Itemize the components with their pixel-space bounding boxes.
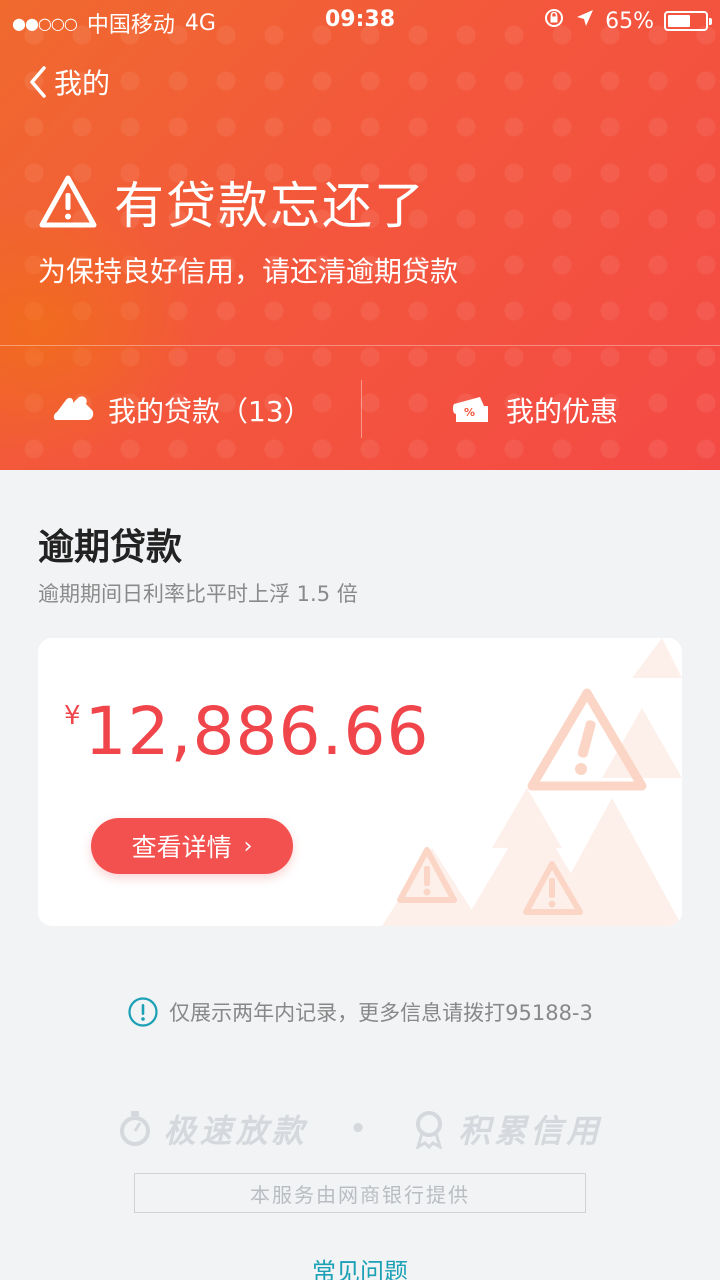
alert-subtitle: 为保持良好信用，请还清逾期贷款 [38,255,459,288]
record-notice: 仅展示两年内记录，更多信息请拨打95188-3 [0,996,720,1028]
battery-icon [664,11,712,31]
rotation-lock-icon [543,7,565,35]
my-loans-label: 我的贷款（13） [108,395,312,428]
my-offers-label: 我的优惠 [506,395,619,428]
svg-text:%: % [464,406,475,419]
provider-notice: 本服务由网商银行提供 [134,1173,586,1213]
service-slogan: 极速放款 • 积累信用 [0,1106,720,1152]
view-details-button[interactable]: 查看详情 › [91,818,293,874]
faq-link[interactable]: 常见问题 [0,1252,720,1280]
alert-heading: 有贷款忘还了 [38,166,426,238]
slogan-separator: • [349,1114,371,1144]
coupon-icon: % [452,397,488,422]
record-notice-text: 仅展示两年内记录，更多信息请拨打95188-3 [169,1001,593,1025]
chevron-right-icon: › [243,833,253,859]
overdue-section-title: 逾期贷款 [38,527,183,568]
overdue-rate-note: 逾期期间日利率比平时上浮 1.5 倍 [38,582,358,606]
amount-value: 12,886.66 [84,693,430,770]
alert-title: 有贷款忘还了 [114,177,426,235]
overdue-amount-card: ¥ 12,886.66 查看详情 › [38,638,682,926]
tab-divider [361,380,362,438]
slogan-fast-loan: 极速放款 [163,1112,308,1150]
my-offers-button[interactable]: % 我的优惠 [450,380,618,440]
loan-cloud-icon [53,396,94,420]
header-banner: ●●○○○ 中国移动 4G 09:38 65% 我的 有贷款忘还了 为保持良好信… [0,0,720,470]
location-arrow-icon [575,8,595,34]
medal-icon [416,1111,443,1149]
overdue-amount: ¥ 12,886.66 [64,693,429,770]
warning-icon [39,175,97,228]
view-details-label: 查看详情 [131,833,232,862]
warning-pattern-decoration [382,638,682,926]
back-button[interactable]: 我的 [28,62,110,102]
info-icon [128,997,158,1027]
my-loans-button[interactable]: 我的贷款（13） [52,380,312,440]
currency-symbol: ¥ [64,701,81,731]
slogan-build-credit: 积累信用 [458,1112,603,1150]
chevron-left-icon [30,66,46,98]
status-bar: ●●○○○ 中国移动 4G 09:38 65% [0,0,720,40]
stopwatch-icon [119,1111,150,1146]
battery-percent: 65% [605,8,654,34]
back-label: 我的 [54,67,111,100]
header-divider [0,345,720,346]
